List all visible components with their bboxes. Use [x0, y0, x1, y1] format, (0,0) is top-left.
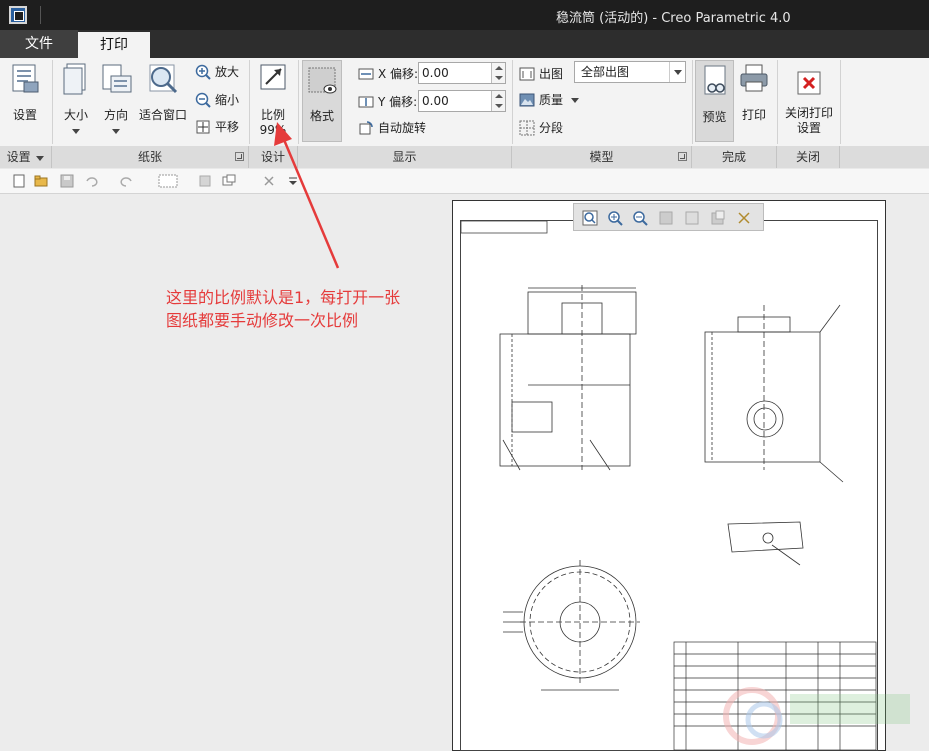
zoom-out-icon[interactable] [632, 210, 648, 226]
saved-views-icon[interactable] [710, 210, 726, 226]
zoom-in-icon[interactable] [607, 210, 623, 226]
annotation-line-1: 这里的比例默认是1，每打开一张 [166, 288, 401, 307]
annotation-line-2: 图纸都要手动修改一次比例 [166, 311, 359, 330]
annotation-note: 这里的比例默认是1，每打开一张 图纸都要手动修改一次比例 [166, 286, 456, 332]
shading-icon[interactable] [684, 210, 700, 226]
drawing-content [460, 220, 877, 751]
forum-watermark-logo [723, 687, 910, 745]
datum-display-icon[interactable] [736, 210, 752, 226]
preview-view-toolbar [573, 203, 764, 231]
repaint-icon[interactable] [658, 210, 674, 226]
fit-view-icon[interactable] [582, 210, 598, 226]
